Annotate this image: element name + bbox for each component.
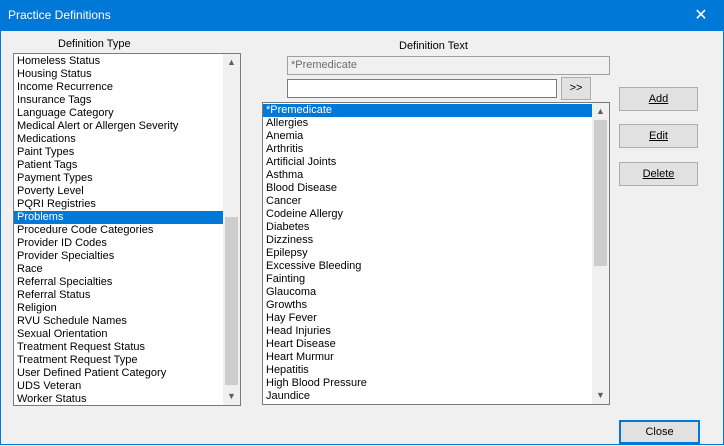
list-item[interactable]: Insurance Tags (14, 94, 223, 107)
list-item[interactable]: High Blood Pressure (263, 377, 592, 390)
list-item[interactable]: Jaundice (263, 390, 592, 403)
edit-button[interactable]: Edit (619, 124, 698, 148)
list-item[interactable]: Anemia (263, 130, 592, 143)
list-item[interactable]: Religion (14, 302, 223, 315)
list-item[interactable]: Codeine Allergy (263, 208, 592, 221)
list-item[interactable]: Housing Status (14, 68, 223, 81)
list-item[interactable]: Procedure Code Categories (14, 224, 223, 237)
list-item[interactable]: Diabetes (263, 221, 592, 234)
list-item[interactable]: Glaucoma (263, 286, 592, 299)
list-item[interactable]: Poverty Level (14, 185, 223, 198)
scroll-up-icon[interactable]: ▲ (223, 54, 240, 71)
list-item[interactable]: Worker Status (14, 393, 223, 405)
list-item[interactable]: Referral Specialties (14, 276, 223, 289)
scroll-down-icon[interactable]: ▼ (592, 387, 609, 404)
definition-text-input[interactable] (287, 79, 557, 98)
list-item[interactable]: Dizziness (263, 234, 592, 247)
close-button[interactable]: Close (619, 420, 700, 444)
list-item[interactable]: Problems (14, 211, 223, 224)
list-item[interactable]: Medications (14, 133, 223, 146)
list-item[interactable]: UDS Veteran (14, 380, 223, 393)
list-item[interactable]: Payment Types (14, 172, 223, 185)
list-item[interactable]: Provider Specialties (14, 250, 223, 263)
current-definition-field: *Premedicate (287, 56, 610, 75)
edit-button-label: Edit (649, 130, 668, 142)
list-item[interactable]: Fainting (263, 273, 592, 286)
list-item[interactable]: Heart Murmur (263, 351, 592, 364)
list-item[interactable]: Sexual Orientation (14, 328, 223, 341)
close-icon[interactable]: ✕ (678, 0, 724, 31)
list-item[interactable]: Arthritis (263, 143, 592, 156)
list-item[interactable]: Head Injuries (263, 325, 592, 338)
list-item[interactable]: Paint Types (14, 146, 223, 159)
list-item[interactable]: Treatment Request Type (14, 354, 223, 367)
definition-text-label: Definition Text (399, 40, 468, 52)
list-item[interactable]: Provider ID Codes (14, 237, 223, 250)
title-bar: Practice Definitions ✕ (0, 0, 724, 31)
move-text-button[interactable]: >> (561, 77, 591, 100)
list-item[interactable]: Income Recurrence (14, 81, 223, 94)
list-item[interactable]: Blood Disease (263, 182, 592, 195)
delete-button[interactable]: Delete (619, 162, 698, 186)
list-item[interactable]: PQRI Registries (14, 198, 223, 211)
list-item[interactable]: Allergies (263, 117, 592, 130)
list-item[interactable]: Heart Disease (263, 338, 592, 351)
list-item[interactable]: Referral Status (14, 289, 223, 302)
list-item[interactable]: Treatment Request Status (14, 341, 223, 354)
definition-type-label: Definition Type (58, 38, 131, 50)
list-item[interactable]: Hay Fever (263, 312, 592, 325)
definition-type-scrollbar[interactable]: ▲ ▼ (223, 54, 240, 405)
delete-button-label: Delete (642, 168, 675, 180)
list-item[interactable]: *Premedicate (263, 104, 592, 117)
list-item[interactable]: Race (14, 263, 223, 276)
scroll-thumb[interactable] (225, 217, 238, 385)
list-item[interactable]: Medical Alert or Allergen Severity (14, 120, 223, 133)
definition-text-scrollbar[interactable]: ▲ ▼ (592, 103, 609, 404)
list-item[interactable]: Hepatitis (263, 364, 592, 377)
list-item[interactable]: Asthma (263, 169, 592, 182)
list-item[interactable]: Language Category (14, 107, 223, 120)
definition-text-list[interactable]: *Premedicate Allergies Anemia Arthritis Arti… (262, 102, 610, 405)
scroll-down-icon[interactable]: ▼ (223, 388, 240, 405)
definition-type-list[interactable]: Homeless Status Housing Status Income Recu… (13, 53, 241, 406)
list-item[interactable]: Patient Tags (14, 159, 223, 172)
add-button[interactable]: Add (619, 87, 698, 111)
list-item[interactable]: Excessive Bleeding (263, 260, 592, 273)
list-item[interactable]: Cancer (263, 195, 592, 208)
list-item[interactable]: RVU Schedule Names (14, 315, 223, 328)
list-item[interactable]: Homeless Status (14, 55, 223, 68)
add-button-label: Add (648, 93, 669, 105)
window-title: Practice Definitions (8, 8, 111, 22)
list-item[interactable]: Epilepsy (263, 247, 592, 260)
list-item[interactable]: Artificial Joints (263, 156, 592, 169)
scroll-thumb[interactable] (594, 120, 607, 266)
list-item[interactable]: Growths (263, 299, 592, 312)
list-item[interactable]: User Defined Patient Category (14, 367, 223, 380)
scroll-up-icon[interactable]: ▲ (592, 103, 609, 120)
